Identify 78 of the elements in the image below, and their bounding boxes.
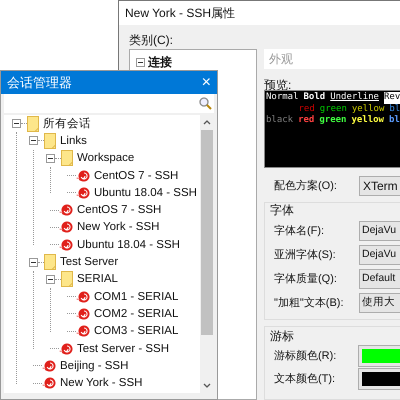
field-label: 字体质量(Q):: [273, 272, 338, 287]
swirl-icon: [42, 376, 56, 390]
tree-item[interactable]: Links: [60, 134, 87, 148]
preview-text: Rev: [384, 92, 400, 104]
folder-icon: [44, 254, 56, 270]
preview-text: yellow: [352, 104, 384, 115]
dropdown[interactable]: DejaVu: [359, 245, 400, 265]
tree-item[interactable]: Beijing - SSH: [60, 358, 128, 373]
tree-item[interactable]: 所有会话: [43, 116, 91, 131]
field-label: 字体名(F):: [273, 224, 326, 239]
field-label: 配色方案(O):: [273, 178, 338, 194]
tree-item[interactable]: CentOS 7 - SSH: [94, 168, 178, 183]
preview-label: 预览:: [264, 77, 292, 90]
swirl-icon: [59, 238, 73, 252]
window-title: New York - SSH属性: [125, 5, 236, 22]
field-label: 亚洲字体(S):: [273, 248, 337, 263]
swirl-icon: [76, 306, 90, 321]
tree-item[interactable]: COM2 - SERIAL: [94, 306, 178, 321]
tree-item[interactable]: Workspace: [77, 151, 134, 166]
swirl-icon: [76, 324, 90, 338]
folder-icon: [27, 116, 39, 132]
scrollbar-thumb[interactable]: [201, 130, 213, 335]
preview-text: Normal: [266, 92, 299, 104]
tree-item[interactable]: COM1 - SERIAL: [94, 290, 178, 304]
tree-item[interactable]: Test Server - SSH: [77, 342, 170, 356]
panel-title: 会话管理器: [7, 74, 72, 92]
dropdown[interactable]: Default: [359, 269, 400, 289]
tree-item[interactable]: Ubuntu 18.04 - SSH: [77, 238, 180, 252]
dropdown[interactable]: XTerm: [359, 176, 400, 196]
swirl-icon: [59, 342, 73, 356]
tree-item[interactable]: Ubuntu 18.04 - SSH: [94, 186, 197, 200]
collapse-icon[interactable]: [12, 119, 21, 128]
preview-text: black: [266, 115, 294, 126]
preview-text: red: [298, 104, 315, 115]
category-label: 类别(C):: [129, 32, 174, 47]
swirl-icon: [76, 186, 90, 200]
preview-text: bl: [389, 104, 400, 115]
preview-text: Underline: [330, 92, 379, 104]
tree-item[interactable]: 连接: [148, 53, 172, 71]
collapse-icon[interactable]: [46, 154, 55, 163]
preview-text: yellow: [351, 115, 384, 126]
scrollbar[interactable]: [200, 115, 214, 393]
field-label: 文本颜色(T):: [273, 372, 336, 387]
tree-item[interactable]: CentOS 7 - SSH: [77, 203, 162, 218]
preview-text: bl: [388, 115, 400, 126]
tree-item[interactable]: Test Server: [60, 255, 118, 270]
collapse-icon[interactable]: [29, 136, 38, 146]
folder-icon: [61, 271, 73, 288]
section-header: 外观: [264, 49, 400, 69]
dropdown[interactable]: DejaVu: [359, 221, 400, 241]
swirl-icon: [76, 168, 90, 183]
preview-text: red: [298, 115, 314, 126]
tree-item[interactable]: New York - SSH: [77, 220, 160, 234]
swirl-icon: [59, 203, 73, 218]
close-button[interactable]: ×: [202, 74, 211, 90]
tree-item[interactable]: SERIAL: [77, 272, 118, 286]
search-icon[interactable]: [199, 97, 212, 110]
collapse-icon[interactable]: [29, 258, 38, 267]
group-title: 字体: [269, 202, 295, 217]
field-label: "加粗"文本(B):: [273, 296, 345, 311]
swirl-icon: [76, 290, 90, 304]
search-field[interactable]: [4, 94, 214, 113]
swirl-icon: [42, 358, 56, 373]
color-swatch[interactable]: [359, 369, 400, 389]
folder-icon: [44, 132, 56, 149]
preview-text: Bold: [304, 92, 326, 104]
preview-text: green: [320, 104, 347, 115]
tree-item[interactable]: New York - SSH: [60, 376, 142, 390]
preview-text: green: [319, 115, 346, 126]
tree-item[interactable]: COM3 - SERIAL: [94, 324, 178, 338]
collapse-icon[interactable]: [136, 58, 145, 66]
group-title: 游标: [269, 328, 295, 343]
folder-icon: [61, 150, 73, 166]
swirl-icon: [59, 220, 73, 234]
color-swatch[interactable]: [359, 346, 400, 366]
collapse-icon[interactable]: [46, 274, 55, 284]
dropdown[interactable]: 使用大: [359, 293, 400, 313]
field-label: 游标颜色(R):: [273, 348, 338, 364]
